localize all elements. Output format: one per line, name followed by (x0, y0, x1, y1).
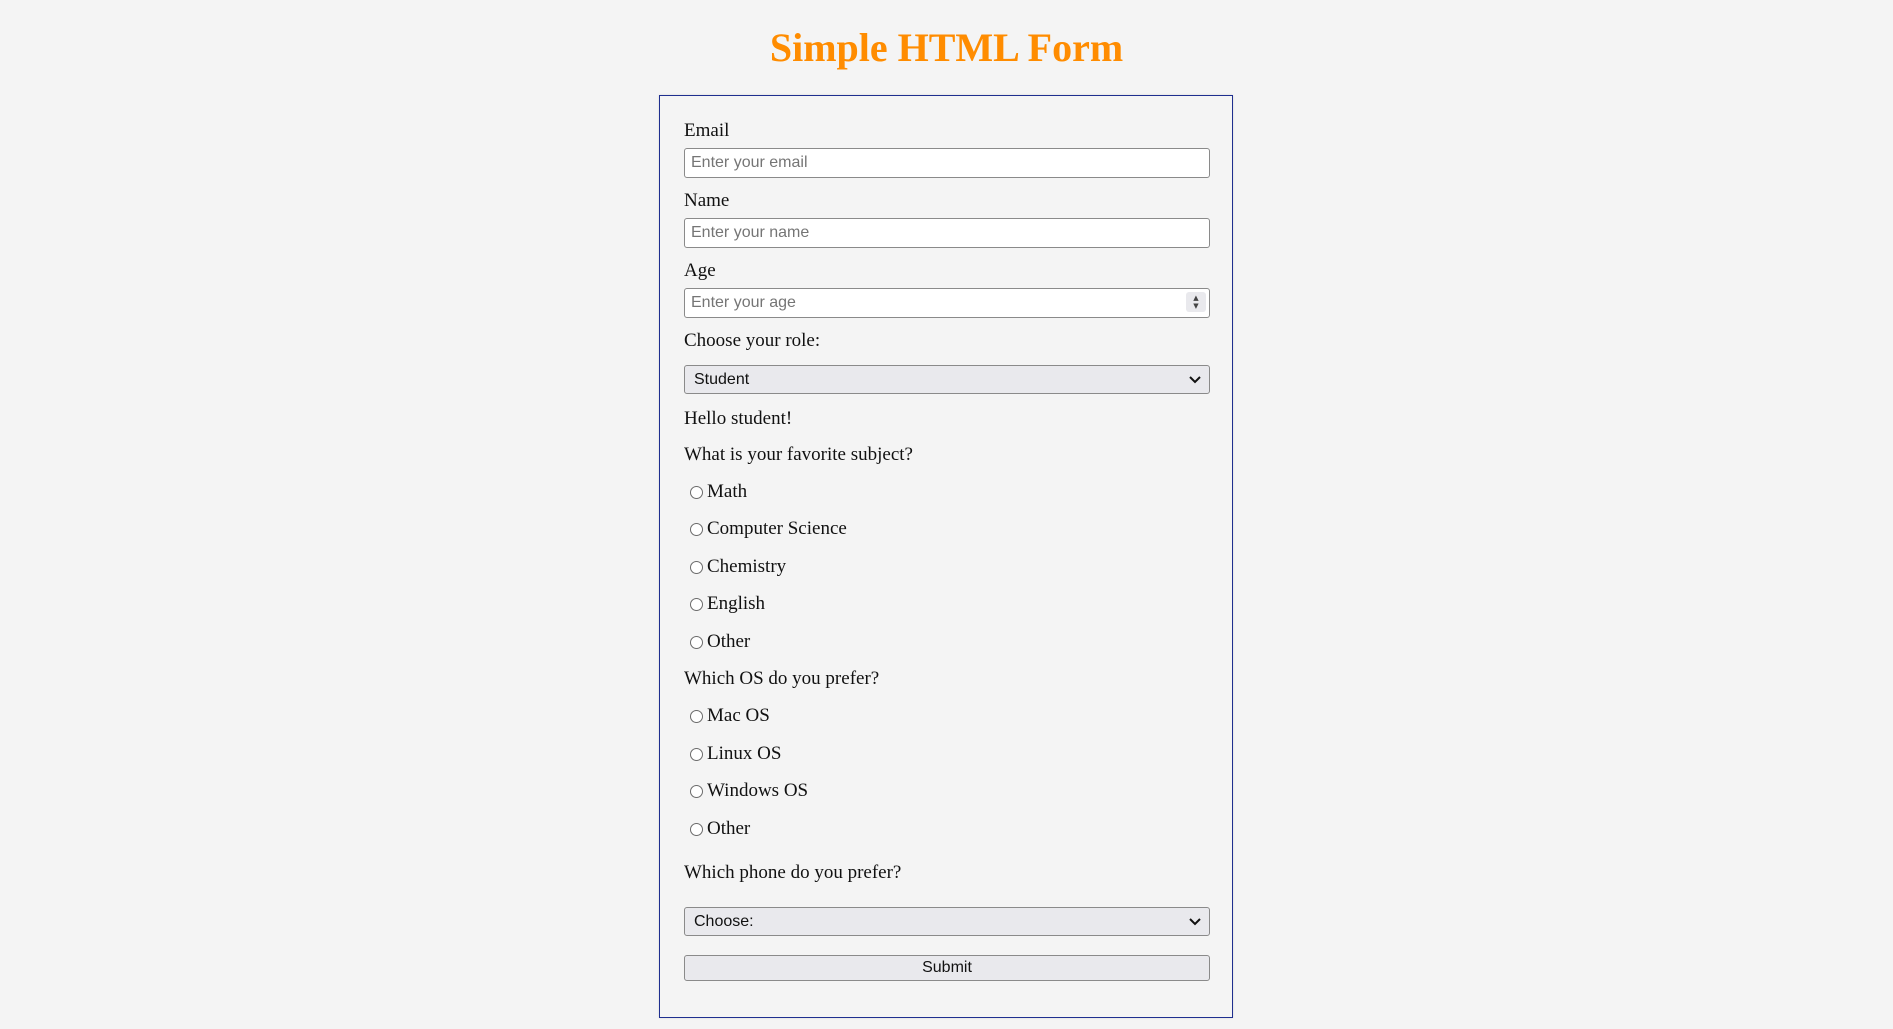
radio-button[interactable] (690, 635, 703, 649)
number-spinner[interactable]: ▲ ▼ (1186, 292, 1206, 312)
role-selected-value: Student (694, 370, 750, 388)
name-input[interactable] (684, 218, 1210, 248)
age-label: Age (684, 260, 716, 281)
radio-button[interactable] (690, 560, 703, 574)
email-label: Email (684, 120, 730, 141)
radio-button[interactable] (690, 485, 703, 499)
radio-label: Other (707, 818, 751, 839)
radio-label: Linux OS (707, 743, 782, 764)
spinner-up-icon[interactable]: ▲ (1193, 294, 1198, 302)
radio-label: Chemistry (707, 556, 787, 577)
form-card: Email Name Age ▲ ▼ Choose your role: Stu… (659, 95, 1233, 1018)
phone-select[interactable]: Choose: (684, 907, 1210, 936)
spinner-down-icon[interactable]: ▼ (1193, 302, 1198, 310)
age-input[interactable] (684, 288, 1210, 318)
radio-option-os-other[interactable]: Other (690, 818, 750, 840)
radio-label: Math (707, 481, 748, 502)
radio-button[interactable] (690, 522, 703, 536)
phone-question: Which phone do you prefer? (684, 862, 902, 883)
radio-option-mac-os[interactable]: Mac OS (690, 705, 770, 727)
radio-option-windows-os[interactable]: Windows OS (690, 780, 808, 802)
radio-label: Mac OS (707, 705, 770, 726)
radio-option-computer-science[interactable]: Computer Science (690, 518, 847, 540)
subject-question: What is your favorite subject? (684, 444, 913, 465)
radio-option-subject-other[interactable]: Other (690, 631, 750, 653)
name-label: Name (684, 190, 730, 211)
submit-button[interactable]: Submit (684, 955, 1210, 981)
radio-button[interactable] (690, 597, 703, 611)
age-field: ▲ ▼ (684, 288, 1210, 318)
radio-option-math[interactable]: Math (690, 481, 747, 503)
chevron-down-icon (1189, 376, 1201, 384)
email-input[interactable] (684, 148, 1210, 178)
role-label: Choose your role: (684, 330, 821, 351)
radio-button[interactable] (690, 709, 703, 723)
page-title: Simple HTML Form (769, 25, 1124, 70)
os-question: Which OS do you prefer? (684, 668, 880, 689)
radio-option-english[interactable]: English (690, 593, 765, 615)
radio-option-linux-os[interactable]: Linux OS (690, 743, 781, 765)
radio-label: Other (707, 631, 751, 652)
radio-button[interactable] (690, 822, 703, 836)
radio-label: English (707, 593, 766, 614)
phone-selected-value: Choose: (694, 912, 754, 930)
radio-button[interactable] (690, 747, 703, 761)
chevron-down-icon (1189, 918, 1201, 926)
role-select[interactable]: Student (684, 365, 1210, 394)
radio-label: Windows OS (707, 780, 809, 801)
radio-option-chemistry[interactable]: Chemistry (690, 556, 786, 578)
radio-label: Computer Science (707, 518, 847, 539)
radio-button[interactable] (690, 784, 703, 798)
greeting-text: Hello student! (684, 408, 793, 429)
